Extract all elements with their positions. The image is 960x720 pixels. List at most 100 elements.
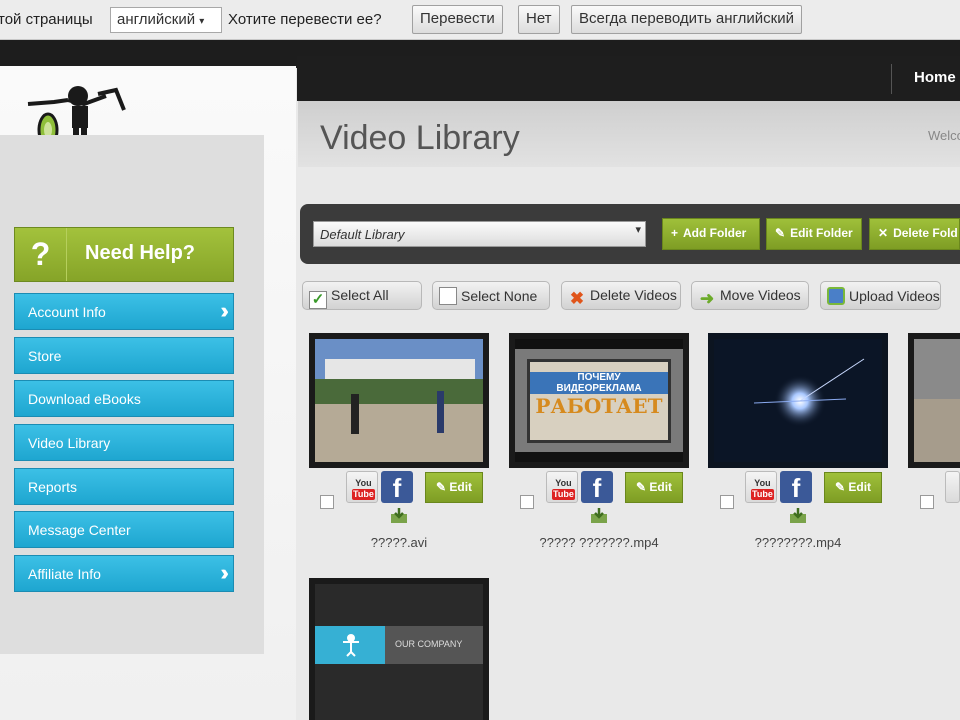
library-select-value: Default Library: [320, 227, 405, 242]
sidebar-item-label: Download eBooks: [28, 391, 141, 407]
download-icon[interactable]: [789, 508, 807, 524]
edit-video-button[interactable]: ✎ Edit: [625, 472, 683, 503]
always-translate-button[interactable]: Всегда переводить английский: [571, 5, 802, 34]
edit-video-button[interactable]: ✎ Edit: [824, 472, 882, 503]
sidebar-item-video-library[interactable]: Video Library: [14, 424, 234, 461]
upload-videos-button[interactable]: Upload Videos: [820, 281, 941, 310]
thumb-caption: OUR COMPANY: [395, 639, 463, 649]
chevron-down-icon: ▾: [199, 16, 205, 27]
video-thumbnail[interactable]: OUR COMPANY: [309, 578, 489, 720]
page-header: Video Library Welco: [298, 101, 960, 167]
edit-label: Edit: [449, 480, 473, 494]
video-file-name: ????? ???????.mp4: [539, 535, 659, 550]
delete-x-icon: ✖: [569, 289, 585, 308]
youtube-logo: You Tube: [751, 478, 774, 500]
top-nav: Home: [297, 56, 960, 101]
pencil-icon: ✎: [636, 480, 650, 494]
arrow-right-icon: ➜: [699, 289, 715, 308]
video-thumbnail[interactable]: ПОЧЕМУ ВИДЕОРЕКЛАМА РАБОТАЕТ: [509, 333, 689, 468]
video-thumbnail-image: OUR COMPANY: [315, 584, 483, 720]
video-select-checkbox[interactable]: [320, 495, 334, 509]
upload-icon: [827, 287, 845, 305]
download-icon[interactable]: [390, 508, 408, 524]
delete-videos-label: Delete Videos: [590, 287, 677, 303]
youtube-logo: You Tube: [552, 478, 575, 500]
sidebar-item-label: Store: [28, 348, 62, 364]
close-icon: ✕: [878, 226, 889, 240]
upload-videos-label: Upload Videos: [849, 288, 940, 304]
translate-prefix-text: той страницы: [0, 11, 93, 28]
sidebar-item-reports[interactable]: Reports: [14, 468, 234, 505]
youtube-share-icon[interactable]: You Tube: [745, 471, 777, 503]
video-file-name: ?????.avi: [370, 535, 428, 550]
video-thumbnail[interactable]: [908, 333, 960, 468]
translate-button[interactable]: Перевести: [412, 5, 503, 34]
select-all-label: Select All: [331, 287, 389, 303]
video-select-checkbox[interactable]: [720, 495, 734, 509]
thumb-caption-line: ВИДЕОРЕКЛАМА: [530, 383, 668, 394]
translate-bar: той страницы английский ▾ Хотите перевес…: [0, 0, 960, 40]
page-title: Video Library: [320, 119, 520, 157]
pencil-icon: ✎: [775, 226, 786, 240]
language-select[interactable]: английский ▾: [110, 7, 222, 33]
translate-question-text: Хотите перевести ее?: [228, 11, 382, 28]
youtube-share-icon[interactable]: You Tube: [346, 471, 378, 503]
need-help-box[interactable]: ? Need Help?: [14, 227, 234, 282]
library-toolbar: Default Library ▾ + Add Folder ✎ Edit Fold…: [300, 204, 960, 264]
help-question-icon: ?: [15, 228, 67, 281]
sidebar-item-download-ebooks[interactable]: Download eBooks: [14, 380, 234, 417]
video-select-checkbox[interactable]: [520, 495, 534, 509]
move-videos-label: Move Videos: [720, 287, 801, 303]
download-icon[interactable]: [590, 508, 608, 524]
video-thumbnail-image: [914, 339, 960, 462]
video-thumbnail[interactable]: [309, 333, 489, 468]
video-file-name: ????????.mp4: [754, 535, 842, 550]
sidebar-item-affiliate-info[interactable]: Affiliate Info ››: [14, 555, 234, 592]
company-logo-icon: [343, 634, 359, 657]
sidebar-item-account-info[interactable]: Account Info ››: [14, 293, 234, 330]
youtube-share-icon[interactable]: [945, 471, 960, 503]
pencil-icon: ✎: [436, 480, 450, 494]
thumb-caption-line: РАБОТАЕТ: [535, 394, 663, 418]
sidebar-item-store[interactable]: Store: [14, 337, 234, 374]
nav-home-link[interactable]: Home: [914, 69, 956, 86]
library-select[interactable]: Default Library ▾: [313, 221, 646, 247]
facebook-share-icon[interactable]: f: [581, 471, 613, 503]
no-translate-button[interactable]: Нет: [518, 5, 560, 34]
edit-label: Edit: [649, 480, 673, 494]
double-chevron-right-icon: ››: [220, 560, 228, 585]
sidebar-item-label: Reports: [28, 479, 78, 495]
double-chevron-right-icon: ››: [220, 298, 228, 323]
add-folder-button[interactable]: + Add Folder: [662, 218, 760, 250]
thumb-caption-line: ПОЧЕМУ: [530, 372, 668, 383]
edit-video-button[interactable]: ✎ Edit: [425, 472, 483, 503]
edit-folder-button[interactable]: ✎ Edit Folder: [766, 218, 862, 250]
plus-icon: +: [671, 226, 679, 240]
video-thumbnail-image: ПОЧЕМУ ВИДЕОРЕКЛАМА РАБОТАЕТ: [515, 349, 683, 452]
facebook-share-icon[interactable]: f: [381, 471, 413, 503]
video-select-checkbox[interactable]: [920, 495, 934, 509]
video-thumbnail[interactable]: [708, 333, 888, 468]
sidebar-item-label: Video Library: [28, 435, 111, 451]
select-none-label: Select None: [461, 288, 538, 304]
delete-folder-label: Delete Fold: [893, 226, 958, 240]
language-select-value: английский: [117, 11, 196, 28]
pencil-icon: ✎: [835, 480, 849, 494]
youtube-logo: You Tube: [352, 478, 375, 500]
delete-folder-button[interactable]: ✕ Delete Fold: [869, 218, 960, 250]
move-videos-button[interactable]: ➜ Move Videos: [691, 281, 809, 310]
select-all-button[interactable]: ✓ Select All: [302, 281, 422, 310]
youtube-share-icon[interactable]: You Tube: [546, 471, 578, 503]
facebook-share-icon[interactable]: f: [780, 471, 812, 503]
empty-checkbox-icon: [439, 287, 457, 305]
select-none-button[interactable]: Select None: [432, 281, 550, 310]
welcome-text: Welco: [928, 128, 960, 143]
sidebar-item-message-center[interactable]: Message Center: [14, 511, 234, 548]
video-thumbnail-image: [714, 339, 882, 462]
sidebar-item-label: Message Center: [28, 522, 131, 538]
add-folder-label: Add Folder: [683, 226, 747, 240]
chevron-down-icon: ▾: [635, 224, 641, 236]
sidebar-item-label: Affiliate Info: [28, 566, 101, 582]
checked-checkbox-icon: ✓: [309, 291, 327, 309]
delete-videos-button[interactable]: ✖ Delete Videos: [561, 281, 681, 310]
